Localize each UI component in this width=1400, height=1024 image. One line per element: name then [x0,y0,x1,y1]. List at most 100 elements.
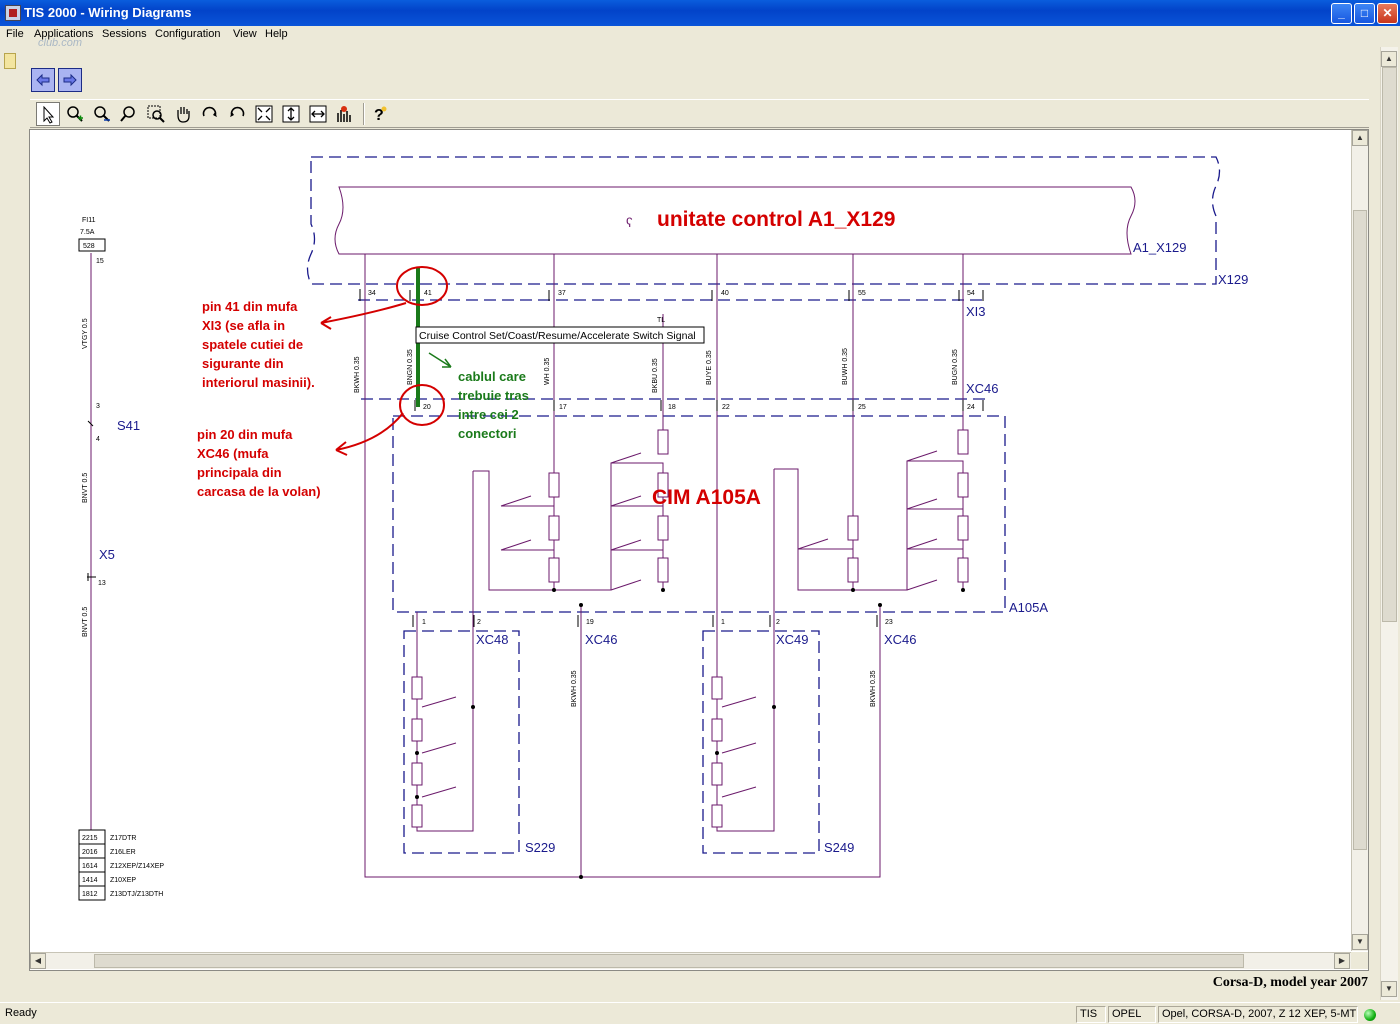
resistor [548,515,560,541]
zoom-in-button[interactable] [63,102,87,126]
scroll-down-icon[interactable]: ▼ [1381,981,1397,997]
red-arrow-icon [320,302,407,330]
menu-sessions[interactable]: Sessions [102,28,147,40]
xc46-label: XC46 [966,381,999,396]
cable-annotation-line: cablul care [458,369,526,384]
arrow-left-icon [36,73,50,87]
pin-number: 37 [558,290,566,297]
zoom-button[interactable] [117,102,141,126]
junction-dot [772,705,776,709]
menu-file[interactable]: File [6,28,24,40]
junction-dot [552,588,556,592]
scroll-up-icon[interactable]: ▲ [1381,51,1397,67]
menu-help[interactable]: Help [265,28,288,40]
pin-number: 20 [423,404,431,411]
diagram-toolbar: ? [30,99,1369,128]
scrollbar-corner [1351,952,1368,969]
rotate-cw-button[interactable] [198,102,222,126]
pin41-annotation-line: XI3 (se afla in [202,318,285,333]
pin-number: 15 [96,258,104,265]
resistor [411,762,423,786]
rotate-ccw-icon [230,106,245,117]
title-bar[interactable]: TIS 2000 - Wiring Diagrams _ □ ✕ [0,0,1400,26]
s249-wiring [716,469,775,832]
status-brand: OPEL [1108,1006,1156,1023]
scroll-up-icon[interactable]: ▲ [1352,130,1368,146]
resistor [657,429,669,455]
fuse-number: 528 [83,243,95,250]
scroll-left-icon[interactable]: ◀ [30,953,46,969]
scroll-right-icon[interactable]: ▶ [1334,953,1350,969]
a1-x129-label: A1_X129 [1133,240,1187,255]
junction-dot [471,705,475,709]
fuse-name: FI11 [82,217,96,224]
scroll-thumb[interactable] [1382,67,1397,622]
menu-configuration[interactable]: Configuration [155,28,220,40]
fuse-rating: 7.5A [80,229,95,236]
status-vehicle: Opel, CORSA-D, 2007, Z 12 XEP, 5-MT [1158,1006,1358,1023]
signal-trace-button[interactable] [333,102,357,126]
folder-tab-icon[interactable] [4,53,16,69]
minimize-button[interactable]: _ [1331,3,1352,24]
connection-status-icon [1364,1009,1376,1021]
scroll-down-icon[interactable]: ▼ [1352,934,1368,950]
pin-number: 4 [96,436,100,443]
fit-height-icon [282,105,300,123]
status-text: Ready [5,1007,37,1019]
junction-dot [851,588,855,592]
pointer-icon [43,106,55,124]
wire-label: BKWH 0.35 [354,356,361,393]
resistor [411,676,423,700]
junction-dot [715,751,719,755]
wire-label: BKBU 0.35 [652,358,659,393]
wire-label: BNVT 0.5 [82,473,89,503]
engine-name: Z16LER [110,849,136,856]
rotate-ccw-button[interactable] [225,102,249,126]
cim-label: CIM A105A [652,486,761,509]
s229-wiring [416,471,474,832]
pin-number: 54 [967,290,975,297]
diagram-viewport[interactable]: BKWH 0.35 BNGN 0.35 WH 0.35 BKBU 0.35 BU… [29,129,1369,971]
zoom-icon [120,106,135,122]
window-vertical-scrollbar[interactable]: ▲ ▼ [1380,47,1398,1000]
close-button[interactable]: ✕ [1377,3,1398,24]
engine-code: 1614 [82,863,98,870]
fit-height-button[interactable] [279,102,303,126]
arrow-right-icon [63,73,77,87]
forward-button[interactable] [58,68,82,92]
pointer-tool-button[interactable] [36,102,60,126]
pin-number: 40 [721,290,729,297]
cable-annotation-line: conectori [458,426,517,441]
resistor [657,557,669,583]
wire-pin34 [364,254,881,878]
diagram-horizontal-scrollbar[interactable]: ◀ ▶ [30,952,1351,969]
menu-view[interactable]: View [233,28,257,40]
scroll-thumb[interactable] [1353,210,1367,850]
junction-dot [878,603,882,607]
x129-label: X129 [1218,272,1248,287]
cable-annotation-line: trebuie tras [458,388,529,403]
pin20-annotation-line: XC46 (mufa [197,446,269,461]
engine-code: 1812 [82,891,98,898]
zoom-out-button[interactable] [90,102,114,126]
wire-label: WH 0.35 [544,358,551,385]
zoom-in-icon [67,106,83,122]
pin20-annotation-line: principala din [197,465,282,480]
maximize-button[interactable]: □ [1354,3,1375,24]
wire-label: BNVT 0.5 [82,607,89,637]
fit-page-button[interactable] [252,102,276,126]
pan-button[interactable] [171,102,195,126]
junction-dot [415,751,419,755]
xi3-label: XI3 [966,304,986,319]
engine-code: 2215 [82,835,98,842]
back-button[interactable] [31,68,55,92]
zoom-window-button[interactable] [144,102,168,126]
scroll-thumb[interactable] [94,954,1244,968]
app-icon [5,5,21,21]
diagram-vertical-scrollbar[interactable]: ▲ ▼ [1351,130,1368,951]
left-panel-strip [0,47,26,1000]
help-button[interactable]: ? [367,102,391,126]
resistor [411,718,423,742]
pin-number: 17 [559,404,567,411]
fit-width-button[interactable] [306,102,330,126]
